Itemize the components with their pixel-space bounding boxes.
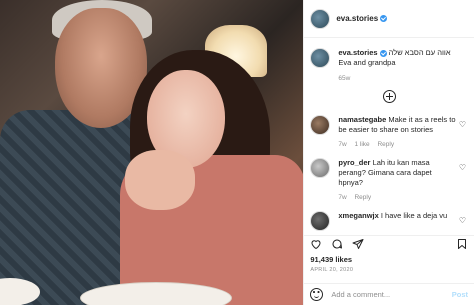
verified-badge-icon bbox=[379, 49, 387, 57]
comment-username[interactable]: namastegabe bbox=[338, 115, 386, 124]
avatar[interactable] bbox=[310, 48, 331, 68]
header-username[interactable]: eva.stories bbox=[336, 14, 378, 23]
heart-icon[interactable] bbox=[310, 238, 322, 250]
avatar[interactable] bbox=[310, 115, 331, 135]
plus-circle-icon[interactable] bbox=[382, 90, 396, 103]
list-item: pyro_der Lah itu kan masa perang? Gimana… bbox=[304, 150, 474, 203]
post-button[interactable]: Post bbox=[452, 290, 468, 299]
comment-text: I have like a deja vu bbox=[380, 211, 448, 220]
post-photo[interactable] bbox=[0, 0, 304, 305]
heart-icon[interactable]: ♡ bbox=[459, 120, 466, 129]
comment-likes[interactable]: 1 like bbox=[354, 141, 369, 148]
list-item: xmeganwjx I have like a deja vu ♡ bbox=[304, 203, 474, 231]
load-more-comments[interactable] bbox=[304, 90, 474, 103]
comment-input[interactable]: Add a comment... bbox=[331, 290, 451, 299]
add-comment-bar: Add a comment... Post bbox=[304, 283, 474, 305]
bookmark-icon[interactable] bbox=[456, 238, 468, 250]
post-sidebar: eva.stories eva.stories אווה עם הסבא שלה… bbox=[303, 0, 474, 305]
caption-text-hebrew: אווה עם הסבא שלה bbox=[388, 48, 451, 57]
post-date: APRIL 20, 2020 bbox=[310, 267, 354, 273]
instagram-post: eva.stories eva.stories אווה עם הסבא שלה… bbox=[0, 0, 474, 305]
avatar[interactable] bbox=[310, 158, 331, 178]
heart-icon[interactable]: ♡ bbox=[459, 216, 466, 225]
likes-count[interactable]: 91,439 likes bbox=[310, 255, 352, 264]
reply-button[interactable]: Reply bbox=[354, 194, 371, 201]
caption-text-english: Eva and grandpa bbox=[338, 58, 396, 67]
avatar[interactable] bbox=[310, 211, 331, 231]
hands bbox=[125, 150, 195, 210]
heart-icon[interactable]: ♡ bbox=[459, 163, 466, 172]
emoji-icon[interactable] bbox=[310, 288, 324, 301]
verified-badge-icon bbox=[380, 15, 388, 22]
list-item: namastegabe Make it as a reels to be eas… bbox=[304, 107, 474, 150]
comment-age: 7w bbox=[338, 141, 347, 148]
reply-button[interactable]: Reply bbox=[377, 141, 394, 148]
comment-icon[interactable] bbox=[331, 238, 343, 250]
comment-username[interactable]: xmeganwjx bbox=[338, 211, 378, 220]
comment-age: 7w bbox=[338, 194, 347, 201]
caption: eva.stories אווה עם הסבא שלה Eva and gra… bbox=[304, 38, 474, 84]
post-header: eva.stories bbox=[304, 0, 474, 38]
comment-username[interactable]: pyro_der bbox=[338, 158, 370, 167]
caption-time: 65w bbox=[338, 75, 351, 82]
caption-username[interactable]: eva.stories bbox=[338, 48, 377, 57]
action-bar bbox=[304, 235, 474, 252]
avatar[interactable] bbox=[310, 8, 331, 29]
share-icon[interactable] bbox=[352, 238, 364, 250]
comments-list: eva.stories אווה עם הסבא שלה Eva and gra… bbox=[304, 38, 474, 235]
